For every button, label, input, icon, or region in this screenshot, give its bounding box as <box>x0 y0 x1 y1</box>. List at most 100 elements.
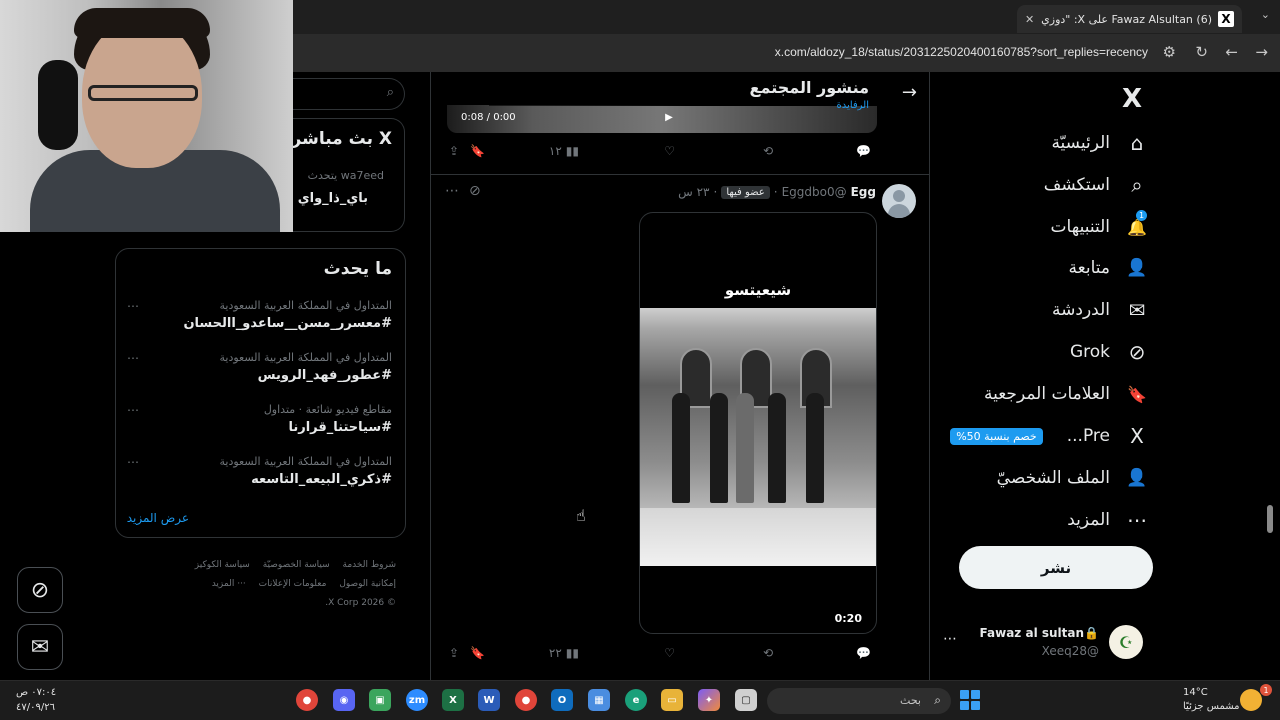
reply-icon[interactable]: 💬 <box>856 144 871 158</box>
more-dots-icon[interactable]: ⋯ <box>943 631 957 647</box>
bookmark-icon[interactable]: 🔖 <box>470 646 485 660</box>
scrollbar[interactable] <box>1267 505 1273 533</box>
discord-icon[interactable]: ◉ <box>333 689 355 711</box>
sidebar-item-follow[interactable]: 👤 متابعة <box>1069 255 1150 281</box>
store-icon[interactable]: ▦ <box>588 689 610 711</box>
footer-link[interactable]: شروط الخدمة <box>343 560 396 570</box>
share-icon[interactable]: ⇪ <box>449 646 459 660</box>
video-controls[interactable]: ▶ 0:00 / 0:08 <box>461 112 673 123</box>
more-dots-icon[interactable]: ⋯ <box>127 455 139 469</box>
sidebar-item-explore[interactable]: ⌕ استكشف <box>1044 172 1150 198</box>
trend-item[interactable]: المتداول في المملكة العربية السعودية #عط… <box>127 351 392 391</box>
footer-link[interactable]: معلومات الإعلانات <box>259 579 327 589</box>
repost-icon[interactable]: ⟲ <box>763 144 773 158</box>
word-icon[interactable]: W <box>478 689 500 711</box>
profile-icon: 👤 <box>1126 468 1148 488</box>
system-clock[interactable]: ٠٧:٠٤ ص ٤٧/٠٩/٢٦ <box>16 685 56 715</box>
footer-link[interactable]: سياسة الخصوصيّة <box>263 560 330 570</box>
footer-link[interactable]: سياسة الكوكيز <box>195 560 250 570</box>
repost-icon[interactable]: ⟲ <box>763 646 773 660</box>
site-settings-icon[interactable]: ⚙ <box>1163 43 1176 61</box>
show-more-link[interactable]: عرض المزيد <box>127 511 189 525</box>
like-icon[interactable]: ♡ <box>664 144 675 158</box>
footer-link[interactable]: إمكانية الوصول <box>339 579 396 589</box>
grok-icon[interactable]: ⊘ <box>469 183 481 199</box>
start-button[interactable] <box>960 690 980 710</box>
chrome-icon[interactable]: ● <box>296 689 318 711</box>
like-icon[interactable]: ♡ <box>664 646 675 660</box>
trend-item[interactable]: مقاطع فيديو شائعة · متداول #سياحتنا_قرار… <box>127 403 392 443</box>
footer-link[interactable]: ··· المزيد <box>212 579 246 589</box>
app-icon[interactable]: ▣ <box>369 689 391 711</box>
member-badge: عضو فيها <box>721 185 770 199</box>
premium-discount-badge: خصم بنسبة 50% <box>950 427 1043 445</box>
views-stat[interactable]: ▮▮ ٢٢ <box>549 646 579 660</box>
window-icon[interactable]: ▢ <box>735 689 757 711</box>
copilot-icon[interactable]: ✦ <box>698 689 720 711</box>
back-arrow-icon[interactable]: → <box>1255 43 1268 61</box>
zoom-icon[interactable]: zm <box>406 689 428 711</box>
outlook-icon[interactable]: O <box>551 689 573 711</box>
browser-tab[interactable]: X (6) Fawaz Alsultan على X: "دوزي ✕ <box>1017 5 1242 33</box>
chrome-icon[interactable]: ● <box>515 689 537 711</box>
taskbar-search-input[interactable]: ⌕ بحث <box>767 688 951 714</box>
search-input[interactable]: ⌕ <box>293 78 405 110</box>
sidebar-item-notifications[interactable]: 🔔 1 التنبيهات <box>1051 210 1150 240</box>
sidebar-item-label: الملف الشخصيّ <box>996 468 1110 488</box>
sidebar-item-label: Pre... <box>1066 426 1110 446</box>
messages-fab-button[interactable]: ✉ <box>17 624 63 670</box>
post-meta: Egg @Eggdbo0 · عضو فيها · ٢٣ س <box>678 185 876 199</box>
weather-sun-icon[interactable] <box>1240 689 1262 711</box>
sidebar-item-profile[interactable]: 👤 الملف الشخصيّ <box>997 465 1150 491</box>
live-speaker: wa7eed يتحدث <box>307 169 384 182</box>
webcam-overlay <box>0 0 293 232</box>
reply-icon[interactable]: 💬 <box>856 646 871 660</box>
sidebar-item-home[interactable]: ⌂ الرئيسيّة <box>1051 130 1150 156</box>
x-logo-icon[interactable]: X <box>1122 84 1142 114</box>
share-icon[interactable]: ⇪ <box>449 144 459 158</box>
edge-icon[interactable]: e <box>625 689 647 711</box>
author-handle[interactable]: @Eggdbo0 <box>782 185 847 199</box>
trend-tag: #عطور_فهد_الرويس <box>257 368 392 383</box>
trend-item[interactable]: المتداول في المملكة العربية السعودية #مع… <box>127 299 392 339</box>
tab-list-chevron-icon[interactable]: ⌄ <box>1261 8 1270 21</box>
avatar: ☪ <box>1109 625 1143 659</box>
post-time[interactable]: ٢٣ س <box>678 185 709 199</box>
forward-arrow-icon[interactable]: ← <box>1225 43 1238 61</box>
close-tab-icon[interactable]: ✕ <box>1025 13 1034 26</box>
account-switcher[interactable]: ☪ 🔒Fawaz al sultan @Xeeq28 ⋯ <box>943 625 1143 661</box>
sidebar-item-more[interactable]: ⋯ المزيد <box>1067 507 1150 533</box>
trend-item[interactable]: المتداول في المملكة العربية السعودية #ذك… <box>127 455 392 495</box>
author-name[interactable]: Egg <box>851 185 876 199</box>
home-icon: ⌂ <box>1130 131 1144 155</box>
more-dots-icon[interactable]: ⋯ <box>127 299 139 313</box>
file-explorer-icon[interactable]: ▭ <box>661 689 683 711</box>
search-icon: ⌕ <box>386 85 394 100</box>
reload-icon[interactable]: ↻ <box>1195 43 1208 61</box>
avatar[interactable] <box>882 184 916 218</box>
live-spaces-card[interactable]: X بث مباشر wa7eed يتحدث باي_ذا_واي <box>293 118 405 232</box>
trends-card: ما يحدث المتداول في المملكة العربية السع… <box>115 248 406 538</box>
sidebar-item-premium[interactable]: X Pre... خصم بنسبة 50% <box>950 423 1150 449</box>
search-icon: ⌕ <box>1131 173 1143 197</box>
post[interactable]: Egg @Eggdbo0 · عضو فيها · ٢٣ س ⊘ ⋯ شيعيت… <box>431 175 929 680</box>
more-dots-icon[interactable]: ⋯ <box>445 183 459 199</box>
community-name[interactable]: الرفايدة <box>837 100 869 111</box>
sidebar-item-bookmarks[interactable]: 🔖 العلامات المرجعية <box>984 381 1150 407</box>
play-icon[interactable]: ▶ <box>665 112 673 123</box>
post-button[interactable]: نشر <box>959 546 1153 589</box>
weather-widget[interactable]: 14°C مشمس جزئيًا <box>1183 686 1240 714</box>
post-video[interactable]: شيعيتسو 0:20 <box>639 212 877 634</box>
back-arrow-icon[interactable]: → <box>902 82 917 103</box>
excel-icon[interactable]: X <box>442 689 464 711</box>
more-dots-icon[interactable]: ⋯ <box>127 351 139 365</box>
lock-icon: 🔒 <box>1084 626 1099 640</box>
bookmark-icon[interactable]: 🔖 <box>470 144 485 158</box>
url-field[interactable]: x.com/aldozy_18/status/20312250204001607… <box>775 45 1148 59</box>
grok-fab-button[interactable]: ⊘ <box>17 567 63 613</box>
sidebar-item-chat[interactable]: ✉ الدردشة <box>1052 297 1150 323</box>
post-actions: 💬 ⟲ ♡ ▮▮ ٢٢ 🔖 ⇪ <box>431 646 929 666</box>
more-dots-icon[interactable]: ⋯ <box>127 403 139 417</box>
sidebar-item-grok[interactable]: ⊘ Grok <box>1070 339 1150 365</box>
views-stat[interactable]: ▮▮ ١٢ <box>549 144 579 158</box>
